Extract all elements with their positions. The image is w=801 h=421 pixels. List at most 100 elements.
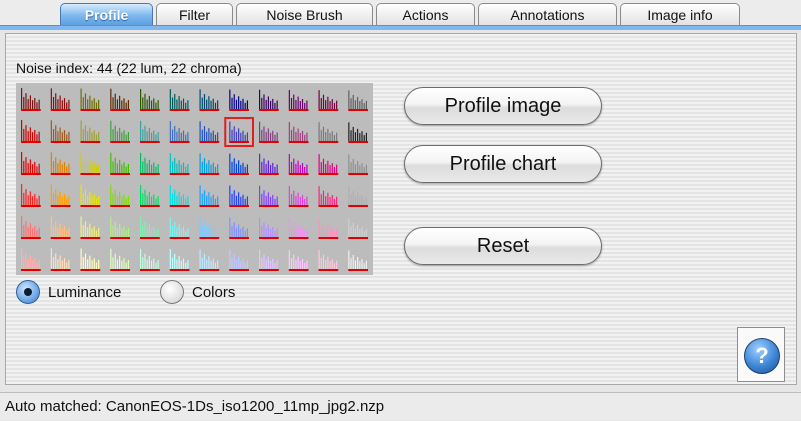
noise-bar: [31, 100, 34, 109]
noise-bar: [206, 163, 208, 173]
noise-bar: [329, 261, 331, 269]
noise-bar: [261, 257, 263, 269]
noise-bar: [288, 89, 290, 109]
noise-bar: [348, 186, 350, 205]
noise-bar: [178, 256, 180, 269]
noise-bar: [320, 194, 322, 205]
noise-bar: [157, 100, 159, 109]
noise-bar: [246, 196, 248, 205]
noise-bar: [267, 224, 269, 237]
noise-bar: [27, 131, 29, 141]
noise-bar: [171, 129, 174, 141]
noise-bar: [217, 260, 219, 269]
noise-bar: [110, 152, 112, 173]
noise-bar: [29, 223, 31, 237]
noise-bar: [176, 99, 178, 109]
noise-bar: [359, 165, 361, 173]
noise-bar: [293, 190, 295, 205]
noise-profile-chart: [21, 88, 368, 271]
noise-bar: [116, 99, 119, 109]
noise-bar: [336, 100, 338, 109]
noise-bar: [329, 229, 331, 237]
noise-bar: [57, 259, 59, 269]
noise-bar: [150, 164, 153, 173]
noise-bar: [288, 185, 290, 205]
noise-bar: [80, 88, 82, 109]
noise-bar: [91, 196, 93, 205]
noise-index-label: Noise index: 44 (22 lum, 22 chroma): [16, 60, 242, 76]
reset-button[interactable]: Reset: [404, 227, 602, 265]
colors-radio[interactable]: Colors: [160, 280, 235, 304]
noise-bar: [361, 131, 363, 141]
noise-baseline: [21, 173, 41, 175]
noise-bar: [214, 198, 217, 205]
luminance-radio[interactable]: Luminance: [16, 280, 121, 304]
noise-bar: [25, 157, 27, 173]
help-button[interactable]: ?: [737, 327, 785, 382]
noise-bar: [21, 248, 23, 269]
noise-bar: [259, 185, 261, 205]
luminance-radio-dot[interactable]: [16, 280, 40, 304]
noise-profile-grid[interactable]: [16, 83, 373, 275]
noise-bar: [169, 217, 171, 237]
noise-bar: [318, 154, 320, 173]
noise-bar: [352, 254, 354, 269]
noise-bar: [87, 163, 89, 173]
noise-bar: [306, 228, 308, 237]
noise-bar: [36, 134, 38, 141]
noise-bar: [272, 98, 274, 109]
noise-bar: [27, 99, 29, 109]
noise-bar: [261, 97, 263, 109]
noise-bar: [182, 258, 185, 269]
tab-filter[interactable]: Filter: [156, 3, 233, 25]
tab-noise-brush[interactable]: Noise Brush: [236, 3, 373, 25]
tab-profile[interactable]: Profile: [60, 3, 153, 25]
noise-bar: [63, 130, 66, 141]
noise-baseline: [140, 141, 160, 143]
noise-bar: [354, 196, 357, 205]
noise-bar: [210, 228, 212, 237]
noise-bar: [322, 190, 325, 205]
noise-bar: [361, 259, 363, 269]
noise-bar: [325, 132, 327, 141]
noise-bar: [274, 166, 276, 173]
noise-bar: [306, 260, 308, 269]
profile-image-button[interactable]: Profile image: [404, 87, 602, 125]
noise-bar: [233, 158, 235, 173]
noise-bar: [259, 89, 261, 109]
noise-bar: [336, 132, 338, 141]
noise-bar: [89, 255, 91, 269]
noise-bar: [361, 99, 363, 109]
noise-bar: [52, 129, 55, 141]
noise-baseline: [110, 205, 130, 207]
noise-bar: [23, 256, 25, 269]
tab-actions[interactable]: Actions: [376, 3, 475, 25]
noise-bar: [95, 198, 98, 205]
noise-bar: [274, 102, 276, 109]
noise-bar: [214, 262, 217, 269]
noise-bar: [61, 100, 63, 109]
noise-baseline: [140, 109, 160, 111]
noise-bar: [142, 129, 144, 141]
noise-bar: [263, 190, 265, 205]
noise-bar: [231, 257, 233, 269]
noise-bar: [203, 158, 206, 173]
noise-bar: [301, 226, 304, 237]
noise-bar: [148, 95, 150, 109]
noise-bar: [114, 189, 116, 205]
noise-baseline: [199, 237, 220, 239]
profile-chart-button[interactable]: Profile chart: [404, 145, 602, 183]
noise-bar: [50, 120, 52, 141]
noise-bar: [304, 198, 306, 205]
tab-image-info[interactable]: Image info: [620, 3, 740, 25]
noise-bar: [295, 163, 297, 173]
colors-radio-dot[interactable]: [160, 280, 184, 304]
noise-bar: [155, 262, 157, 269]
noise-bar: [127, 164, 129, 173]
noise-bar: [327, 160, 329, 173]
noise-bar: [272, 226, 274, 237]
noise-bar: [25, 125, 27, 141]
tab-annotations[interactable]: Annotations: [478, 3, 617, 25]
noise-bar: [23, 160, 25, 173]
noise-bar: [231, 97, 233, 109]
